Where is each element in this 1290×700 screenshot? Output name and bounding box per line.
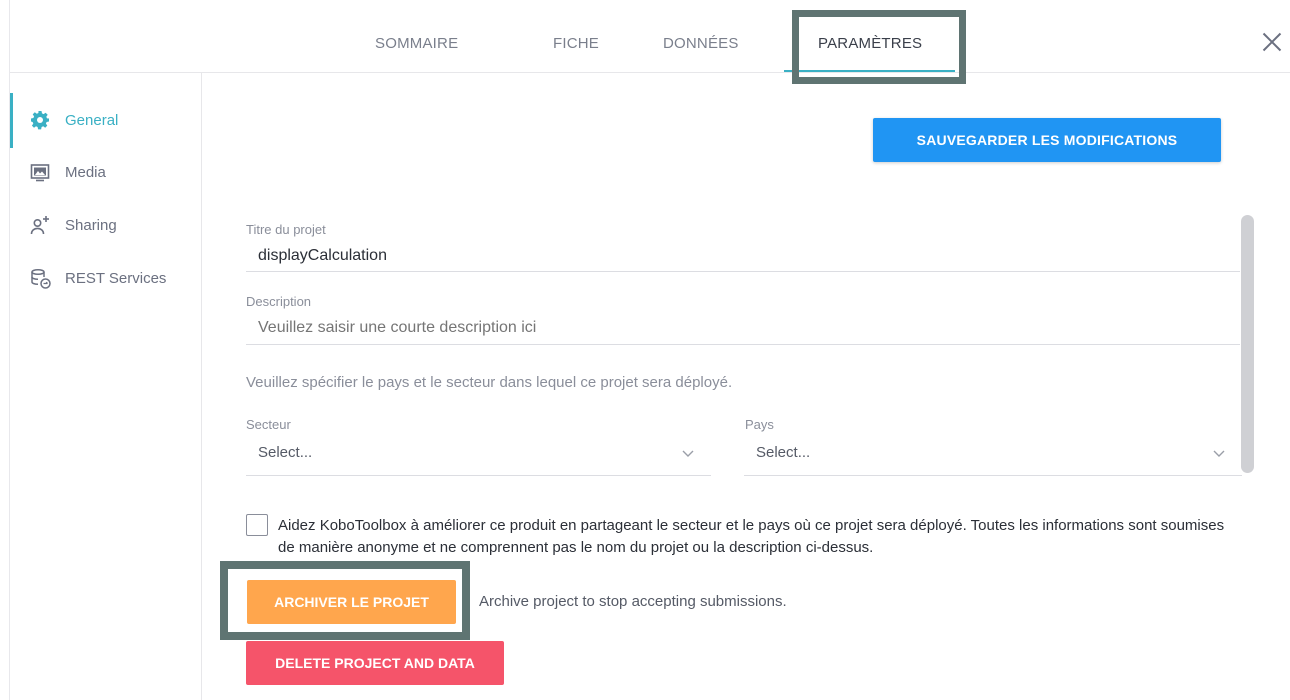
archive-project-button[interactable]: ARCHIVER LE PROJET: [247, 580, 456, 624]
country-select[interactable]: Select...: [744, 434, 1242, 476]
chevron-down-icon: [681, 446, 695, 460]
description-label: Description: [246, 294, 312, 309]
chevron-down-icon: [1212, 446, 1226, 460]
sidebar-item-label: Sharing: [65, 217, 117, 234]
sidebar-item-label: General: [65, 112, 119, 129]
add-user-icon: [30, 215, 50, 235]
gear-icon: [30, 110, 50, 130]
sidebar-item-rest-services[interactable]: REST Services: [10, 260, 201, 296]
country-label: Pays: [745, 417, 774, 432]
sidebar-item-label: Media: [65, 164, 106, 181]
sidebar-item-sharing[interactable]: Sharing: [10, 207, 201, 243]
sidebar-item-media[interactable]: Media: [10, 154, 201, 190]
archive-description: Archive project to stop accepting submis…: [479, 593, 787, 610]
sector-select[interactable]: Select...: [246, 434, 711, 476]
database-sync-icon: [30, 268, 51, 289]
settings-sidebar: General Media Sharing REST Services: [10, 73, 202, 700]
sidebar-item-label: REST Services: [65, 270, 167, 287]
sector-select-value: Select...: [258, 444, 313, 461]
top-tab-bar: [10, 0, 1290, 73]
share-data-checkbox[interactable]: [246, 514, 268, 536]
country-select-value: Select...: [756, 444, 811, 461]
tab-donnees[interactable]: DONNÉES: [663, 35, 739, 52]
sector-label: Secteur: [246, 417, 291, 432]
tab-fiche[interactable]: FICHE: [553, 35, 599, 52]
deployment-hint-text: Veuillez spécifier le pays et le secteur…: [246, 374, 733, 391]
delete-project-button[interactable]: DELETE PROJECT AND DATA: [246, 641, 504, 685]
project-title-input[interactable]: [246, 240, 1240, 272]
save-changes-button[interactable]: SAUVEGARDER LES MODIFICATIONS: [873, 118, 1221, 162]
form-scrollbar[interactable]: [1241, 215, 1254, 473]
description-input[interactable]: [246, 312, 1240, 345]
tab-sommaire[interactable]: SOMMAIRE: [375, 35, 458, 52]
media-icon: [30, 162, 50, 182]
project-title-label: Titre du projet: [246, 222, 326, 237]
sidebar-item-general[interactable]: General: [10, 102, 201, 138]
tab-highlight-frame: [792, 10, 966, 84]
share-data-checkbox-label: Aidez KoboToolbox à améliorer ce produit…: [278, 517, 1225, 556]
close-icon[interactable]: [1260, 30, 1284, 54]
